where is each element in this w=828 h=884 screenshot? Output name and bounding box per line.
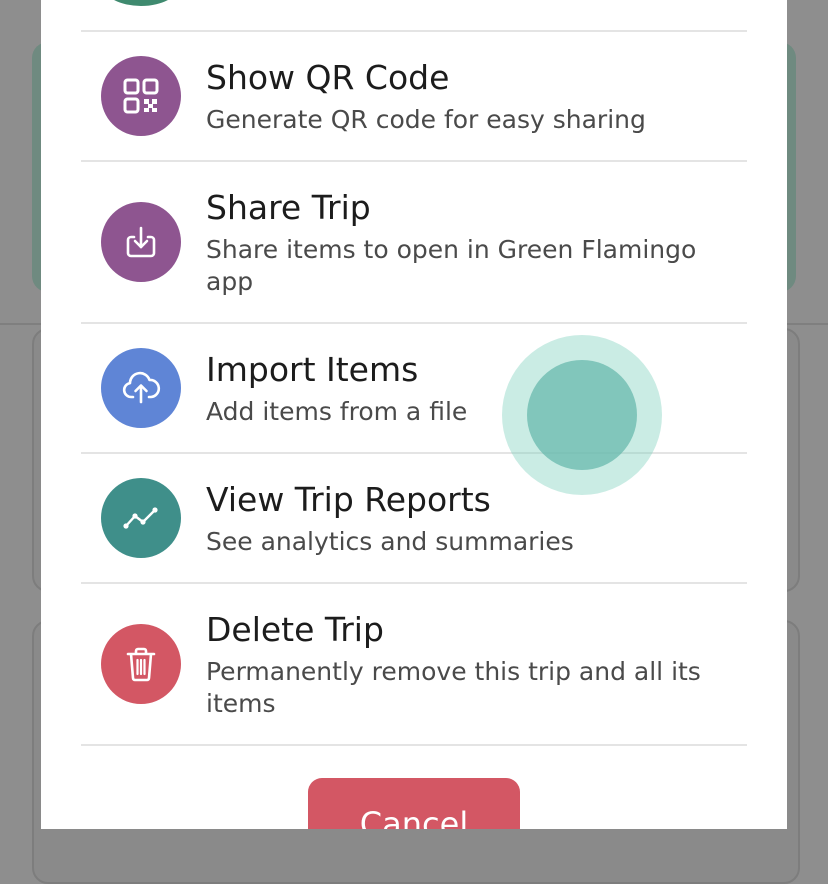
menu-item-title: Import Items [206, 350, 419, 389]
menu-item-subtitle: Share items to open in Green Flamingo ap… [206, 235, 697, 296]
menu-item-subtitle: See analytics and summaries [206, 527, 574, 556]
menu-item-share-trip[interactable]: Share Trip Share items to open in Green … [81, 162, 747, 322]
download-box-icon [101, 202, 181, 282]
menu-item-view-trip-reports[interactable]: View Trip Reports See analytics and summ… [81, 454, 747, 582]
menu-item-title: View Trip Reports [206, 480, 491, 519]
divider [81, 744, 747, 746]
menu-item-subtitle: Generate QR code for easy sharing [206, 105, 646, 134]
menu-item-title: Delete Trip [206, 610, 384, 649]
menu-item-show-qr-code[interactable]: Show QR Code Generate QR code for easy s… [81, 32, 747, 160]
menu-item-subtitle: Permanently remove this trip and all its… [206, 657, 701, 718]
qr-code-icon [101, 56, 181, 136]
trash-icon [101, 624, 181, 704]
previous-item-icon [101, 0, 181, 6]
menu-item-delete-trip[interactable]: Delete Trip Permanently remove this trip… [81, 584, 747, 744]
line-chart-icon [101, 478, 181, 558]
cloud-upload-icon [101, 348, 181, 428]
cancel-button[interactable]: Cancel [308, 778, 520, 829]
touch-indicator-core [527, 360, 637, 470]
menu-item-title: Show QR Code [206, 58, 450, 97]
menu-item-title: Share Trip [206, 188, 371, 227]
action-sheet: Show QR Code Generate QR code for easy s… [41, 0, 787, 829]
